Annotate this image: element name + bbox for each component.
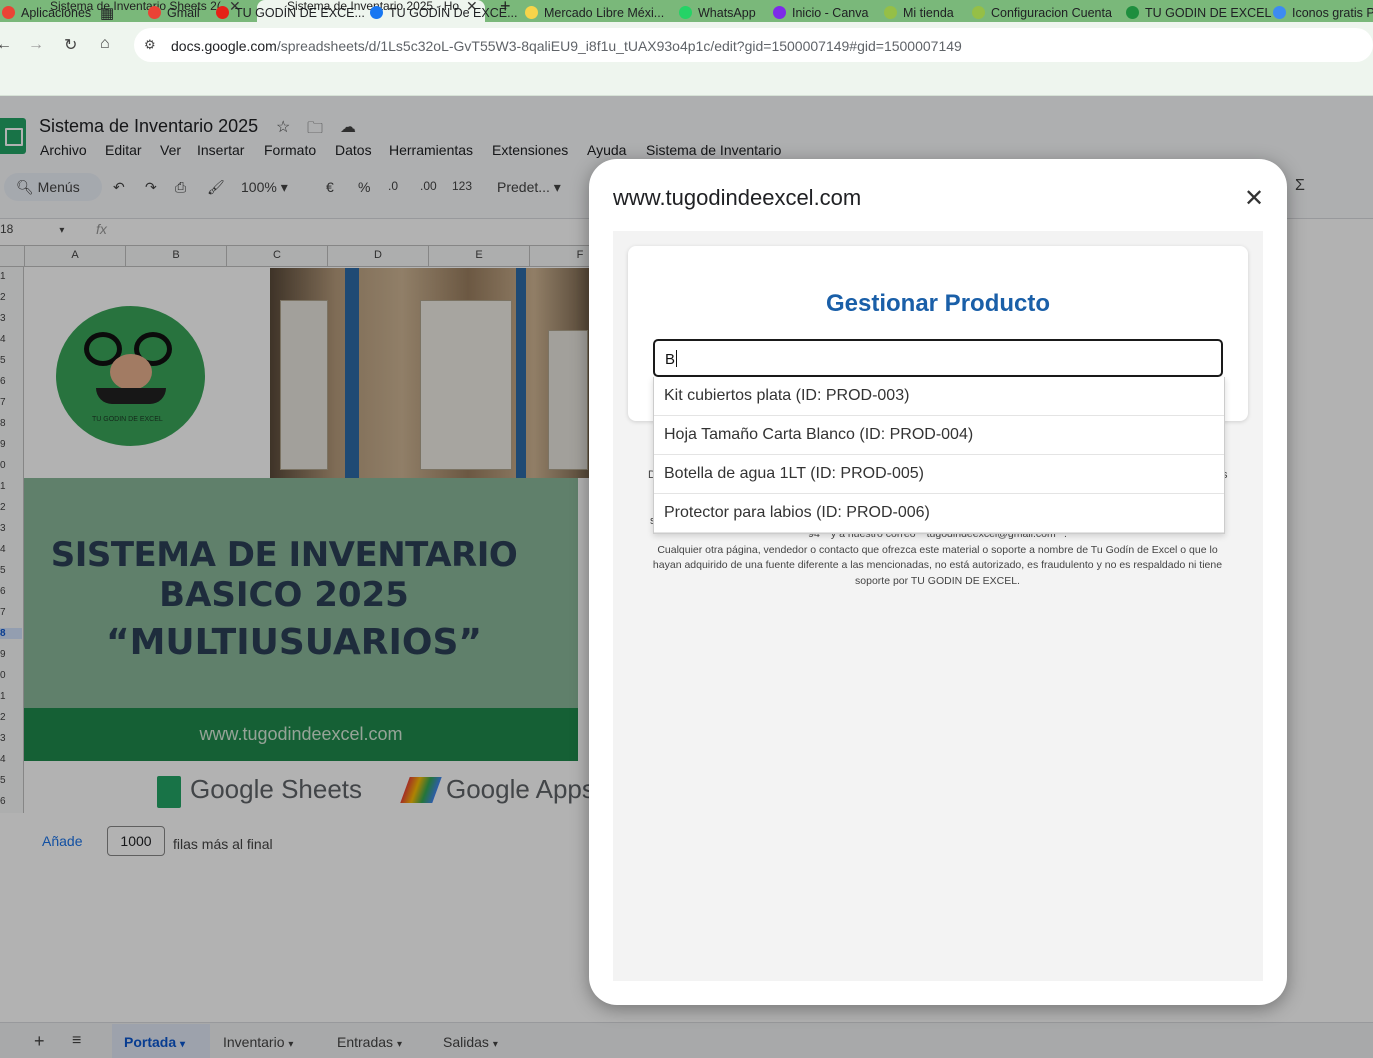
close-icon[interactable]: ✕	[1244, 184, 1264, 213]
bookmark-item[interactable]: Mercado Libre Méxi...	[525, 6, 664, 20]
bookmark-label: Aplicaciones	[21, 6, 92, 20]
bookmark-label: TU GODIN DE EXCEL	[1145, 6, 1272, 20]
bookmark-favicon-icon	[2, 6, 15, 19]
bookmark-favicon-icon	[1273, 6, 1286, 19]
suggestion-item[interactable]: Kit cubiertos plata (ID: PROD-003)	[654, 377, 1224, 416]
bookmark-label: Inicio - Canva	[792, 6, 869, 20]
bookmark-favicon-icon	[370, 6, 383, 19]
bookmark-label: Iconos gratis Pl	[1292, 6, 1373, 20]
bookmark-favicon-icon	[216, 6, 229, 19]
bookmark-favicon-icon	[148, 6, 161, 19]
bookmark-item[interactable]: TU GODÍN DE EXCE...	[216, 6, 365, 20]
modal-title: www.tugodindeexcel.com	[613, 185, 862, 210]
bookmark-favicon-icon	[1126, 6, 1139, 19]
bookmark-label: Mercado Libre Méxi...	[544, 6, 665, 20]
bookmark-item[interactable]: Gmail	[148, 6, 200, 20]
disclaimer-line: Cualquier otra página, vendedor o contac…	[652, 543, 1223, 587]
bookmark-favicon-icon	[679, 6, 692, 19]
forward-icon[interactable]: →	[28, 36, 44, 54]
url-host: docs.google.com	[171, 38, 277, 54]
suggestion-item[interactable]: Botella de agua 1LT (ID: PROD-005)	[654, 455, 1224, 494]
bookmark-label: TU GODÍN DE EXCE...	[235, 6, 365, 20]
bookmark-favicon-icon	[884, 6, 897, 19]
product-search-input[interactable]: B	[653, 339, 1223, 377]
bookmark-item[interactable]: Mi tienda	[884, 6, 954, 20]
bookmark-label: TU GODÍN De EXCE...	[389, 6, 518, 20]
bookmark-label: Gmail	[167, 6, 200, 20]
bookmarks-bar	[0, 68, 1373, 96]
suggestion-item[interactable]: Hoja Tamaño Carta Blanco (ID: PROD-004)	[654, 416, 1224, 455]
url-text[interactable]: docs.google.com/spreadsheets/d/1Ls5c32oL…	[171, 38, 962, 54]
url-path: /spreadsheets/d/1Ls5c32oL-GvT55W3-8qaliE…	[276, 38, 962, 54]
bookmark-item[interactable]: Inicio - Canva	[773, 6, 868, 20]
reload-icon[interactable]: ↻	[64, 35, 77, 55]
bookmark-item[interactable]: Iconos gratis Pl	[1273, 6, 1373, 20]
bookmark-label: Mi tienda	[903, 6, 954, 20]
apps-grid-icon[interactable]: ▦	[100, 4, 114, 22]
bookmark-item[interactable]: WhatsApp	[679, 6, 756, 20]
disclaimer-text: 94** y a nuestro correo **tugodindeexcel…	[640, 527, 1235, 589]
site-info-icon[interactable]: ⚙	[144, 37, 156, 53]
home-icon[interactable]: ⌂	[100, 35, 110, 53]
bookmark-label: WhatsApp	[698, 6, 756, 20]
bookmark-favicon-icon	[972, 6, 985, 19]
card-title: Gestionar Producto	[825, 290, 1051, 317]
bookmark-favicon-icon	[773, 6, 786, 19]
bookmark-item[interactable]: Aplicaciones	[2, 6, 91, 20]
suggestion-item[interactable]: Protector para labios (ID: PROD-006)	[654, 494, 1224, 533]
bookmark-item[interactable]: TU GODÍN De EXCE...	[370, 6, 518, 20]
bookmark-favicon-icon	[525, 6, 538, 19]
bookmark-label: Configuracion Cuenta	[991, 6, 1112, 20]
bookmark-item[interactable]: TU GODIN DE EXCEL	[1126, 6, 1271, 20]
back-icon[interactable]: ←	[0, 36, 12, 54]
bookmark-item[interactable]: Configuracion Cuenta	[972, 6, 1112, 20]
